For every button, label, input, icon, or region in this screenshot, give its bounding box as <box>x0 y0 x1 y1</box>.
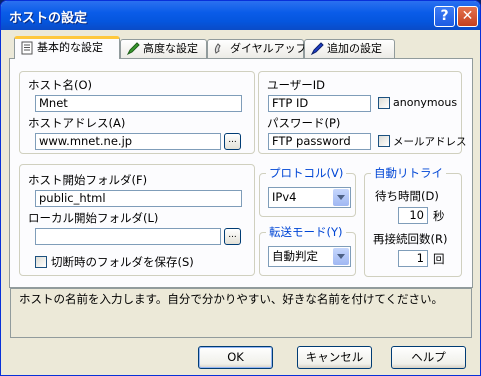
host-group: ホスト名(O) Mnet ホストアドレス(A) www.mnet.ne.jp .… <box>19 71 255 154</box>
protocol-value: IPv4 <box>272 190 297 204</box>
protocol-group: プロトコル(V) IPv4 <box>259 165 356 217</box>
anonymous-label: anonymous <box>393 96 458 109</box>
tab-label: 追加の設定 <box>327 42 382 55</box>
close-button[interactable]: ✕ <box>457 6 478 27</box>
tab-additional-settings[interactable]: 追加の設定 <box>304 39 395 58</box>
mail-address-label: メールアドレス <box>393 136 467 148</box>
tab-label: ダイヤルアップ <box>230 42 307 55</box>
mail-address-checkbox[interactable] <box>378 135 390 147</box>
host-address-input[interactable]: www.mnet.ne.jp <box>35 133 221 150</box>
password-label: パスワード(P) <box>267 116 341 130</box>
tab-label: 高度な設定 <box>143 42 198 55</box>
transfer-mode-select[interactable]: 自動判定 <box>268 246 351 267</box>
marker-icon <box>310 42 324 56</box>
ok-button[interactable]: OK <box>198 346 273 369</box>
local-folder-input[interactable] <box>35 228 221 245</box>
host-address-label: ホストアドレス(A) <box>28 116 126 130</box>
protocol-select[interactable]: IPv4 <box>268 187 351 208</box>
wait-time-unit: 秒 <box>433 209 445 223</box>
password-input[interactable]: FTP password <box>268 133 371 150</box>
host-folder-label: ホスト開始フォルダ(F) <box>28 173 148 187</box>
chevron-down-icon[interactable] <box>333 248 349 265</box>
tab-panel: ホスト名(O) Mnet ホストアドレス(A) www.mnet.ne.jp .… <box>9 58 473 288</box>
help-title-button[interactable]: ? <box>434 6 455 27</box>
user-id-label: ユーザーID <box>267 78 326 92</box>
help-button[interactable]: ヘルプ <box>391 346 466 369</box>
host-name-label: ホスト名(O) <box>28 78 93 92</box>
title-bar[interactable]: ホストの設定 ? ✕ <box>1 1 480 30</box>
host-folder-input[interactable]: public_html <box>35 190 242 207</box>
account-group: ユーザーID FTP ID anonymous パスワード(P) FTP pas… <box>258 71 467 154</box>
transfer-mode-label: 転送モード(Y) <box>266 224 346 240</box>
pen-icon <box>126 42 140 56</box>
save-folder-label: 切断時のフォルダを保存(S) <box>51 255 194 269</box>
wait-time-input[interactable]: 10 <box>398 207 428 224</box>
phone-icon <box>214 43 221 54</box>
auto-retry-label: 自動リトライ <box>371 165 446 181</box>
user-id-input[interactable]: FTP ID <box>268 95 371 112</box>
tab-advanced-settings[interactable]: 高度な設定 <box>120 39 207 58</box>
reconnect-count-unit: 回 <box>433 252 445 266</box>
local-folder-browse-button[interactable]: ... <box>224 228 241 245</box>
wait-time-label: 待ち時間(D) <box>375 189 439 203</box>
anonymous-checkbox[interactable] <box>378 97 390 109</box>
reconnect-count-label: 再接続回数(R) <box>373 232 448 246</box>
chevron-down-icon[interactable] <box>333 189 349 206</box>
save-folder-checkbox[interactable] <box>35 256 47 268</box>
tab-dialup[interactable]: ダイヤルアップ <box>207 39 307 58</box>
transfer-mode-value: 自動判定 <box>272 249 318 263</box>
window-title: ホストの設定 <box>9 11 88 26</box>
auto-retry-group: 自動リトライ 待ち時間(D) 10 秒 再接続回数(R) 1 回 <box>364 165 462 277</box>
host-settings-dialog: ホストの設定 ? ✕ 基本的な設定 高度な設定 ダイヤルアップ 追加の設定 ホス… <box>0 0 481 376</box>
host-name-input[interactable]: Mnet <box>35 95 242 112</box>
protocol-label: プロトコル(V) <box>266 165 347 181</box>
host-address-browse-button[interactable]: ... <box>224 133 241 150</box>
local-folder-label: ローカル開始フォルダ(L) <box>28 211 159 225</box>
tab-label: 基本的な設定 <box>37 41 103 54</box>
reconnect-count-input[interactable]: 1 <box>398 250 428 267</box>
folder-group: ホスト開始フォルダ(F) public_html ローカル開始フォルダ(L) .… <box>19 164 255 276</box>
document-icon <box>21 41 33 55</box>
cancel-button[interactable]: キャンセル <box>297 346 372 369</box>
help-status-text: ホストの名前を入力します。自分で分かりやすい、好きな名前を付けてください。 <box>10 288 472 338</box>
tab-basic-settings[interactable]: 基本的な設定 <box>14 36 120 59</box>
transfer-mode-group: 転送モード(Y) 自動判定 <box>259 224 356 276</box>
